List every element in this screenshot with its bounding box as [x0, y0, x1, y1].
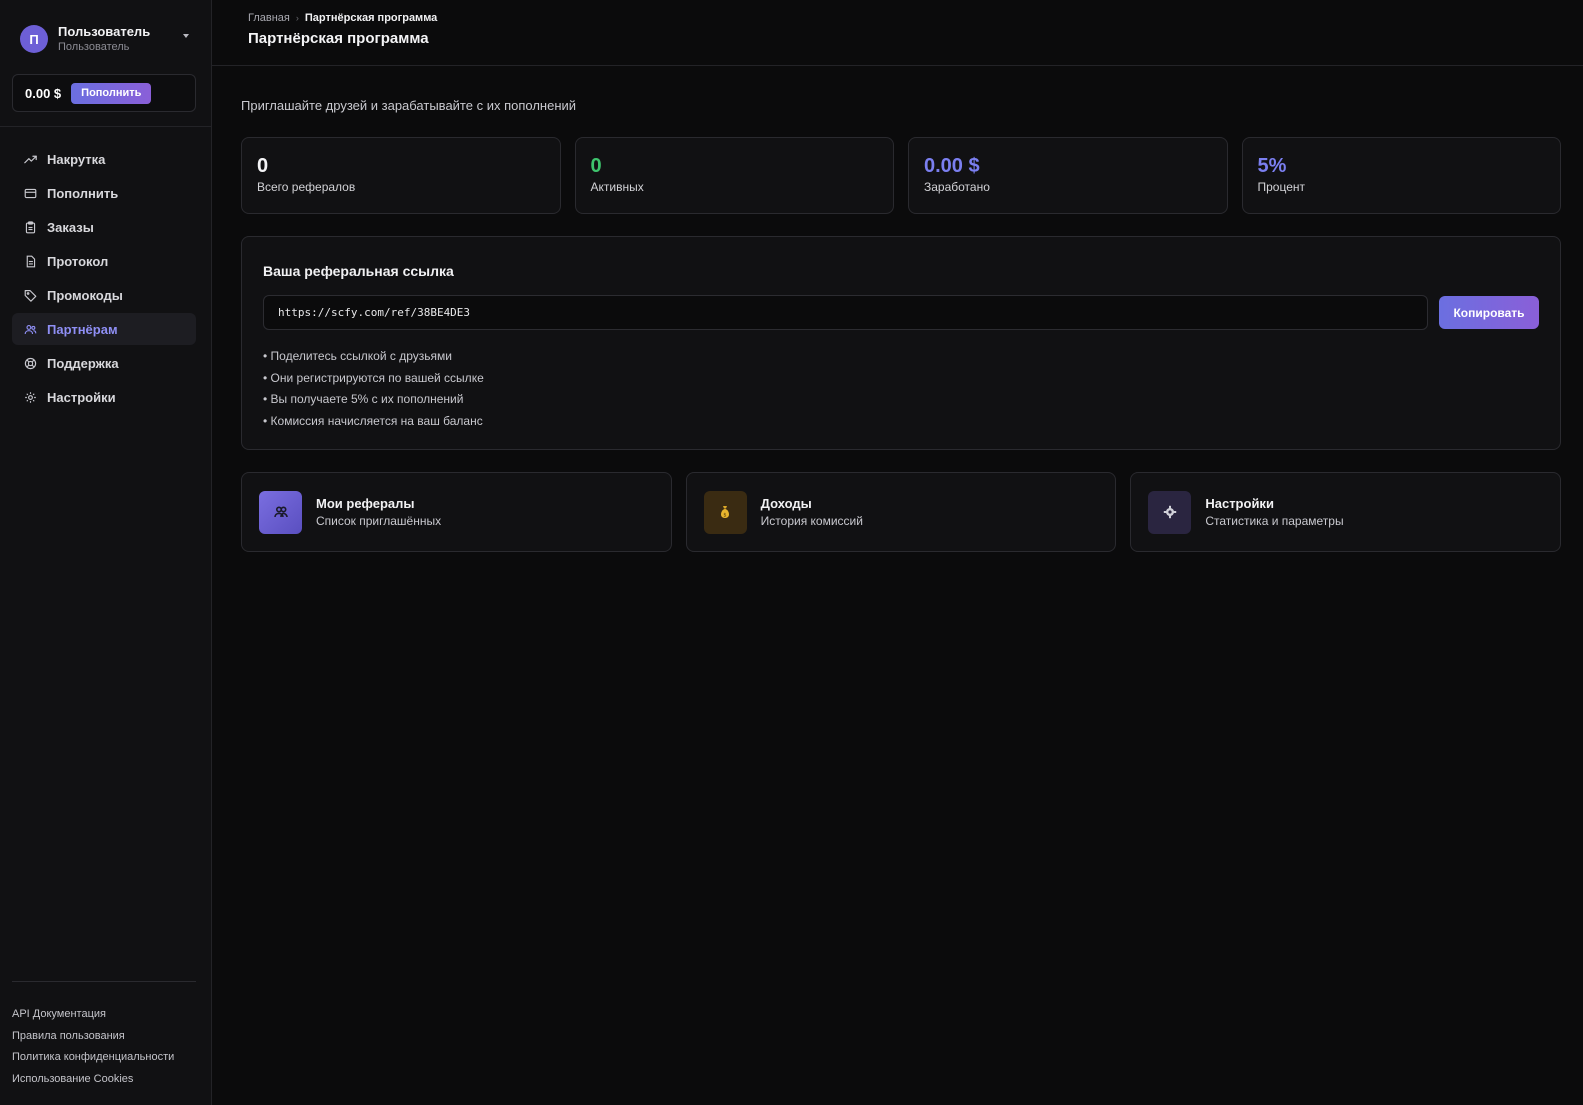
sidebar: П Пользователь Пользователь 0.00 $ Попол… [0, 0, 212, 1105]
my-referrals-card[interactable]: Мои рефералы Список приглашённых [241, 472, 672, 552]
app: П Пользователь Пользователь 0.00 $ Попол… [0, 0, 1583, 1105]
referral-link-input[interactable] [263, 295, 1428, 330]
list-item: • Они регистрируются по вашей ссылке [263, 370, 484, 385]
stat-label: Заработано [924, 180, 990, 194]
footer-link-privacy[interactable]: Политика конфиденциальности [12, 1047, 211, 1069]
tag-icon [23, 288, 37, 302]
referral-title: Ваша реферальная ссылка [263, 263, 454, 279]
user-name: Пользователь [58, 24, 151, 39]
main-content: Главная › Партнёрская программа Партнёрс… [212, 0, 1583, 1105]
list-item: • Комиссия начисляется на ваш баланс [263, 413, 483, 428]
stat-card-percent: 5% Процент [1241, 137, 1561, 214]
balance-amount: 0.00 $ [25, 85, 62, 101]
sidebar-item-settings[interactable]: Настройки [12, 381, 196, 413]
lifebuoy-icon [23, 356, 37, 370]
sidebar-nav: Накрутка Пополнить Заказы Протокол Промо… [0, 127, 211, 415]
action-desc: Статистика и параметры [1205, 514, 1344, 528]
action-desc: История комиссий [760, 514, 863, 528]
user-menu[interactable]: П Пользователь Пользователь [0, 0, 211, 74]
action-title: Доходы [760, 496, 812, 511]
svg-text:$: $ [724, 512, 727, 518]
sidebar-item-label: Заказы [47, 219, 94, 235]
breadcrumb-separator: › [295, 13, 299, 23]
users-icon [23, 322, 37, 336]
action-title: Мои рефералы [316, 496, 415, 511]
breadcrumb: Главная › Партнёрская программа [248, 12, 1583, 24]
list-item: • Поделитесь ссылкой с друзьями [263, 349, 452, 363]
referral-link-card: Ваша реферальная ссылка Копировать • Под… [241, 236, 1561, 450]
copy-button[interactable]: Копировать [1439, 296, 1539, 329]
clipboard-icon [23, 220, 37, 234]
sidebar-item-orders[interactable]: Заказы [12, 211, 196, 243]
sidebar-item-boost[interactable]: Накрутка [12, 143, 196, 175]
sidebar-item-label: Накрутка [47, 151, 106, 167]
stat-value: 0 [590, 155, 602, 177]
stat-label: Активных [590, 180, 644, 194]
sidebar-item-promocodes[interactable]: Промокоды [12, 279, 196, 311]
gear-icon [23, 390, 37, 404]
sidebar-item-protocol[interactable]: Протокол [12, 245, 196, 277]
list-item: • Вы получаете 5% с их пополнений [263, 392, 464, 406]
stat-value: 0 [257, 155, 269, 177]
partner-content: Приглашайте друзей и зарабатывайте с их … [212, 66, 1583, 552]
action-title: Настройки [1205, 496, 1274, 511]
page-subtitle: Приглашайте друзей и зарабатывайте с их … [241, 98, 577, 113]
footer-divider [12, 981, 196, 982]
action-desc: Список приглашённых [316, 514, 442, 528]
page-header: Главная › Партнёрская программа Партнёрс… [212, 0, 1583, 66]
breadcrumb-current: Партнёрская программа [304, 12, 438, 24]
sidebar-item-label: Протокол [47, 253, 109, 269]
footer-link-terms[interactable]: Правила пользования [12, 1026, 211, 1048]
footer-links: API Документация Правила пользования Пол… [0, 1004, 211, 1105]
action-cards: Мои рефералы Список приглашённых $ Доход… [241, 472, 1562, 552]
gear-icon [1148, 490, 1192, 534]
stats-row: 0 Всего рефералов 0 Активных 0.00 $ Зара… [241, 137, 1561, 214]
stat-value: 0.00 $ [924, 155, 980, 177]
stat-label: Процент [1257, 180, 1306, 194]
stat-card-active: 0 Активных [574, 137, 894, 214]
sidebar-item-label: Пополнить [47, 185, 119, 201]
balance-box: 0.00 $ Пополнить [12, 74, 196, 112]
users-icon [259, 490, 302, 534]
money-bag-icon: $ [703, 490, 747, 534]
sidebar-item-label: Промокоды [47, 287, 123, 303]
sidebar-item-label: Поддержка [47, 355, 119, 371]
footer-link-cookies[interactable]: Использование Cookies [12, 1069, 211, 1091]
income-card[interactable]: $ Доходы История комиссий [685, 472, 1117, 552]
sidebar-item-topup[interactable]: Пополнить [12, 177, 196, 209]
avatar: П [20, 25, 48, 53]
stat-card-total-referrals: 0 Всего рефералов [241, 137, 561, 214]
sidebar-item-support[interactable]: Поддержка [12, 347, 196, 379]
referral-instructions: • Поделитесь ссылкой с друзьями • Они ре… [263, 346, 1539, 432]
chevron-down-icon[interactable] [183, 34, 189, 38]
card-icon [23, 186, 37, 200]
stat-card-earned: 0.00 $ Заработано [908, 137, 1228, 214]
trending-up-icon [23, 152, 37, 166]
page-title: Партнёрская программа [248, 30, 429, 47]
sidebar-item-partners[interactable]: Партнёрам [12, 313, 196, 345]
stat-label: Всего рефералов [257, 180, 356, 194]
footer-link-api-docs[interactable]: API Документация [12, 1004, 211, 1026]
document-icon [23, 254, 37, 268]
sidebar-item-label: Партнёрам [47, 321, 118, 337]
sidebar-item-label: Настройки [47, 389, 116, 405]
topup-button[interactable]: Пополнить [71, 82, 152, 104]
stat-value: 5% [1257, 155, 1287, 177]
user-role: Пользователь [58, 41, 130, 53]
breadcrumb-home[interactable]: Главная [248, 12, 290, 24]
settings-card[interactable]: Настройки Статистика и параметры [1130, 472, 1562, 552]
